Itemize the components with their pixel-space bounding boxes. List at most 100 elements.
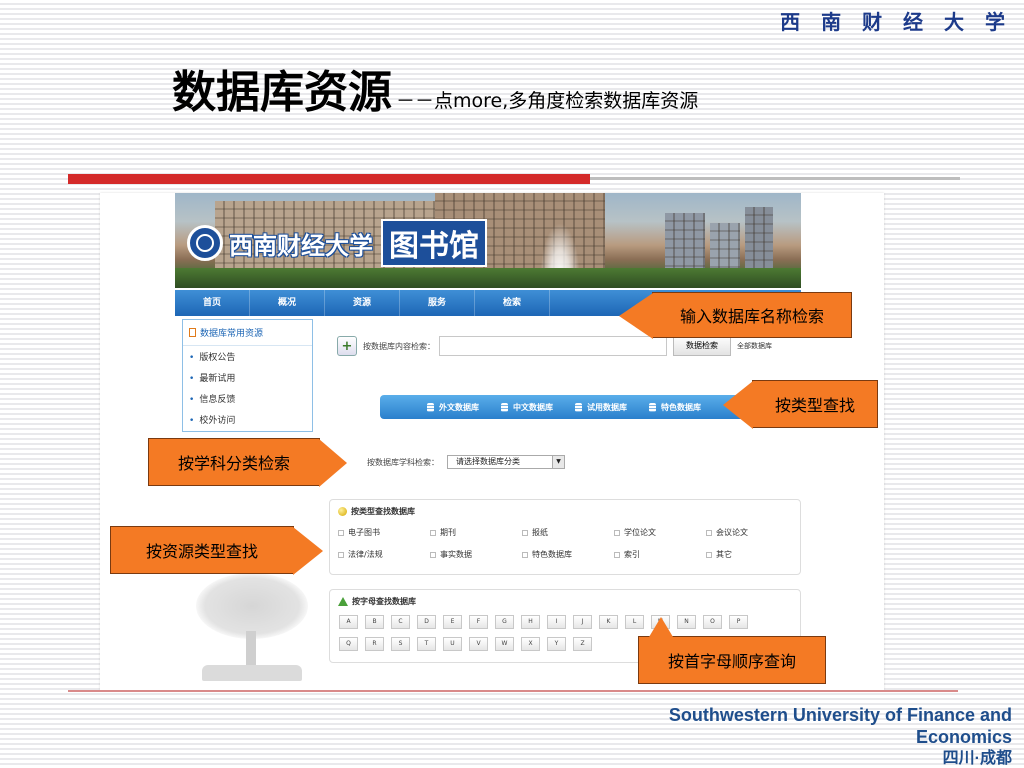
subject-select-value: 请选择数据库分类 <box>456 457 520 466</box>
type-option-ebook[interactable]: 电子图书 <box>338 527 430 538</box>
library-logo[interactable]: 西南财经大学 图书馆 <box>187 219 487 267</box>
university-name-en-text: Southwestern University of Finance and E… <box>668 705 1012 747</box>
type-option-factual-data[interactable]: 事实数据 <box>430 549 522 560</box>
sidebar-item-copyright[interactable]: • 版权公告 <box>183 346 312 367</box>
bullet-icon: • <box>189 353 195 363</box>
type-option-index[interactable]: 索引 <box>614 549 706 560</box>
letter-button-w[interactable]: W <box>495 637 514 651</box>
letter-button-r[interactable]: R <box>365 637 384 651</box>
checkbox-icon <box>614 529 620 536</box>
search-button[interactable]: 数据检索 <box>673 336 731 356</box>
tab-chinese-db[interactable]: 中文数据库 <box>501 402 553 413</box>
nav-item-search[interactable]: 检索 <box>475 290 550 316</box>
type-option-other[interactable]: 其它 <box>706 549 798 560</box>
type-options: 电子图书 期刊 报纸 学位论文 会议论文 法律/法规 事实数据 特色数据库 索引… <box>330 523 800 560</box>
checkbox-icon <box>522 529 528 536</box>
document-icon <box>189 328 196 337</box>
letter-button-e[interactable]: E <box>443 615 462 629</box>
subject-select[interactable]: 请选择数据库分类 ▼ <box>447 455 565 469</box>
letter-button-n[interactable]: N <box>677 615 696 629</box>
sidebar: 数据库常用资源 • 版权公告 • 最新试用 • 信息反馈 • 校外访问 <box>182 319 313 432</box>
checkbox-icon <box>430 551 436 558</box>
type-option-law[interactable]: 法律/法规 <box>338 549 430 560</box>
type-option-journal[interactable]: 期刊 <box>430 527 522 538</box>
type-option-label: 特色数据库 <box>532 550 572 559</box>
tab-special-db[interactable]: 特色数据库 <box>649 402 701 413</box>
sidebar-title: 数据库常用资源 <box>183 320 312 346</box>
letter-button-p[interactable]: P <box>729 615 748 629</box>
type-option-thesis[interactable]: 学位论文 <box>614 527 706 538</box>
nav-item-resources[interactable]: 资源 <box>325 290 400 316</box>
type-option-newspaper[interactable]: 报纸 <box>522 527 614 538</box>
letter-button-y[interactable]: Y <box>547 637 566 651</box>
city-name: 四川·成都 <box>942 750 1012 767</box>
checkbox-icon <box>706 529 712 536</box>
tab-foreign-db[interactable]: 外文数据库 <box>427 402 479 413</box>
sidebar-item-label: 最新试用 <box>199 374 236 384</box>
letter-button-j[interactable]: J <box>573 615 592 629</box>
type-option-label: 电子图书 <box>348 528 380 537</box>
letter-button-a[interactable]: A <box>339 615 358 629</box>
database-icon <box>501 402 508 412</box>
letter-button-o[interactable]: O <box>703 615 722 629</box>
add-search-icon[interactable]: + <box>337 336 357 356</box>
ball-icon <box>338 507 347 516</box>
letter-button-f[interactable]: F <box>469 615 488 629</box>
database-icon <box>427 402 434 412</box>
nav-item-overview[interactable]: 概况 <box>250 290 325 316</box>
letter-button-l[interactable]: L <box>625 615 644 629</box>
letter-button-x[interactable]: X <box>521 637 540 651</box>
letter-button-c[interactable]: C <box>391 615 410 629</box>
tab-label: 中文数据库 <box>513 402 553 412</box>
sidebar-item-feedback[interactable]: • 信息反馈 <box>183 388 312 409</box>
sidebar-item-trial[interactable]: • 最新试用 <box>183 367 312 388</box>
content-search-input[interactable] <box>439 336 667 356</box>
letter-box-header: 按字母查找数据库 <box>330 590 800 613</box>
footer-divider <box>68 690 958 692</box>
university-name-cn: 西 南 财 经 大 学 <box>780 10 1012 34</box>
type-option-label: 报纸 <box>532 528 548 537</box>
checkbox-icon <box>338 551 344 558</box>
type-box-header: 按类型查找数据库 <box>330 500 800 523</box>
slide-title: 数据库资源 －－点more,多角度检索数据库资源 <box>172 56 698 120</box>
letter-button-d[interactable]: D <box>417 615 436 629</box>
callout-alpha-query: 按首字母顺序查询 <box>638 617 826 684</box>
letter-button-u[interactable]: U <box>443 637 462 651</box>
type-option-conference[interactable]: 会议论文 <box>706 527 798 538</box>
type-option-label: 会议论文 <box>716 528 748 537</box>
tree-book-watermark <box>188 573 316 688</box>
type-option-special-db[interactable]: 特色数据库 <box>522 549 614 560</box>
university-seal-icon <box>187 225 223 261</box>
type-option-label: 期刊 <box>440 528 456 537</box>
banner-building <box>665 213 705 273</box>
bullet-icon: • <box>189 374 195 384</box>
letter-button-q[interactable]: Q <box>339 637 358 651</box>
tab-label: 试用数据库 <box>587 402 627 412</box>
sidebar-item-offcampus[interactable]: • 校外访问 <box>183 409 312 430</box>
title-underline-grey <box>590 177 960 180</box>
letter-button-g[interactable]: G <box>495 615 514 629</box>
letter-button-b[interactable]: B <box>365 615 384 629</box>
letter-button-h[interactable]: H <box>521 615 540 629</box>
type-option-label: 法律/法规 <box>348 550 383 559</box>
type-box-title: 按类型查找数据库 <box>351 507 415 516</box>
tab-trial-db[interactable]: 试用数据库 <box>575 402 627 413</box>
letter-button-s[interactable]: S <box>391 637 410 651</box>
letter-button-t[interactable]: T <box>417 637 436 651</box>
letter-button-k[interactable]: K <box>599 615 618 629</box>
search-scope[interactable]: 全部数据库 <box>737 341 772 351</box>
nav-item-home[interactable]: 首页 <box>175 290 250 316</box>
title-underline-red <box>68 174 590 184</box>
sidebar-title-label: 数据库常用资源 <box>200 329 264 339</box>
university-name-en: Southwestern University of Finance and E… <box>622 704 1012 768</box>
bullet-icon: • <box>189 395 195 405</box>
letter-button-z[interactable]: Z <box>573 637 592 651</box>
letter-button-i[interactable]: I <box>547 615 566 629</box>
nav-item-services[interactable]: 服务 <box>400 290 475 316</box>
chevron-down-icon: ▼ <box>552 456 564 468</box>
letter-button-v[interactable]: V <box>469 637 488 651</box>
type-option-label: 学位论文 <box>624 528 656 537</box>
callout-subject-search: 按学科分类检索 <box>148 438 347 487</box>
bullet-icon: • <box>189 416 195 426</box>
sidebar-item-label: 校外访问 <box>199 416 236 426</box>
